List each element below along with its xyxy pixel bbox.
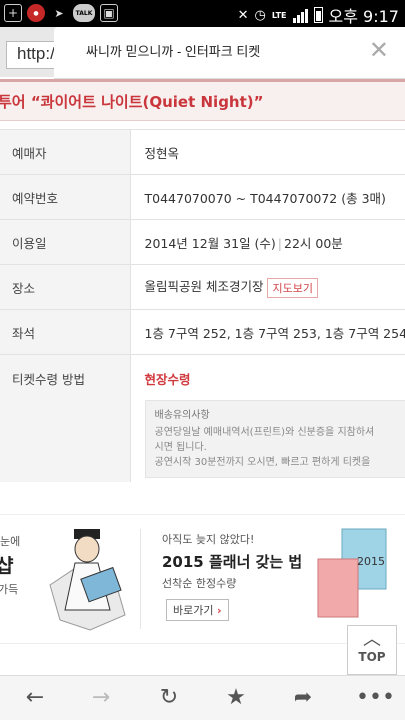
mute-icon: ✕ (237, 7, 249, 23)
bookmark-icon[interactable]: ★ (221, 684, 251, 712)
browser-nav-bar: ← → ↻ ★ ➦ ••• (0, 675, 405, 720)
system-indicators: ✕ ◷ LTE 오후 9:17 (238, 3, 399, 27)
delivery-notice: 배송유의사항 공연당일날 예매내역서(프린트)와 신분증을 지참하셔 시면 됩니… (144, 400, 405, 478)
notice-line: 시면 됩니다. (154, 442, 207, 453)
dialog-title: 싸니까 믿으니까 - 인터파크 티켓 (86, 44, 261, 59)
table-row: 장소 올림픽공원 체조경기장 지도보기 (0, 264, 405, 310)
promo-left-line2: 샵 (0, 555, 14, 577)
shortcut-label: 바로가기 (173, 604, 214, 617)
map-link-button[interactable]: 지도보기 (267, 277, 318, 298)
row-label: 티켓수령 방법 (0, 354, 131, 482)
back-icon[interactable]: ← (20, 684, 50, 712)
reservation-number: T0447070070 ~ T0447070072 (총 3매) (130, 174, 405, 220)
promo-divider (140, 529, 141, 629)
event-banner: 투어 “콰이어트 나이트(Quiet Night)” (0, 79, 405, 121)
arrow-right-icon: › (216, 604, 222, 617)
dialog-header: 싸니까 믿으니까 - 인터파크 티켓 ✕ (54, 27, 405, 79)
scholar-illustration (49, 529, 126, 631)
table-row: 이용일 2014년 12월 31일 (수) | 22시 00분 (0, 219, 405, 265)
chevron-up-icon: ︿ (363, 629, 381, 650)
table-row: 예매자 정현옥 (0, 129, 405, 175)
scroll-top-button[interactable]: ︿ TOP (347, 625, 397, 675)
close-icon[interactable]: ✕ (369, 36, 389, 64)
use-date: 2014년 12월 31일 (수) | 22시 00분 (130, 219, 405, 265)
venue: 올림픽공원 체조경기장 지도보기 (130, 264, 405, 310)
refresh-icon[interactable]: ↻ (154, 684, 184, 712)
planner-year: 2015 (357, 555, 385, 568)
ticket-method: 현장수령 배송유의사항 공연당일날 예매내역서(프린트)와 신분증을 지참하셔 … (130, 354, 405, 482)
image-icon: ▣ (100, 4, 118, 22)
booker-name: 정현옥 (130, 129, 405, 175)
notice-line: 공연시작 30분전까지 오시면, 빠르고 편하게 티켓을 (154, 457, 371, 468)
use-date-time: 22시 00분 (284, 235, 343, 251)
promo-left[interactable]: 눈에 샵 가득 (0, 515, 140, 645)
notice-line: 공연당일날 예매내역서(프린트)와 신분증을 지참하셔 (154, 427, 375, 438)
table-row: 예약번호 T0447070070 ~ T0447070072 (총 3매) (0, 174, 405, 220)
notification-icons: + ● ➤ TALK ▣ (4, 4, 118, 22)
promo-line3: 선착순 한정수량 (162, 577, 237, 590)
share-icon[interactable]: ➦ (288, 684, 318, 712)
promo-left-line3: 가득 (0, 583, 19, 596)
alarm-icon: ◷ (254, 7, 266, 23)
top-label: TOP (358, 650, 386, 664)
booking-table: 예매자 정현옥 예약번호 T0447070070 ~ T0447070072 (… (0, 129, 405, 482)
forward-icon[interactable]: → (86, 684, 116, 712)
status-bar: + ● ➤ TALK ▣ ✕ ◷ LTE 오후 9:17 (0, 0, 405, 27)
planner-illustration: 2015 (317, 528, 387, 618)
promo-headline: 2015 플래너 갖는 법 (162, 553, 303, 571)
send-icon: ➤ (54, 6, 64, 20)
table-row: 좌석 1층 7구역 252, 1층 7구역 253, 1층 7구역 254 (0, 309, 405, 355)
plus-box-icon: + (4, 4, 22, 22)
talk-icon: TALK (73, 4, 95, 22)
use-date-day: 2014년 12월 31일 (수) (144, 235, 276, 251)
ticket-method-value: 현장수령 (144, 372, 191, 387)
row-label: 이용일 (0, 219, 131, 265)
venue-name: 올림픽공원 체조경기장 (144, 279, 264, 295)
date-separator: | (277, 235, 283, 251)
signal-icon (292, 7, 308, 23)
row-label: 장소 (0, 264, 131, 310)
record-icon: ● (27, 4, 45, 22)
notice-title: 배송유의사항 (154, 410, 210, 421)
ticket-dialog: 싸니까 믿으니까 - 인터파크 티켓 ✕ 투어 “콰이어트 나이트(Quiet … (0, 27, 405, 675)
promo-left-line1: 눈에 (0, 535, 21, 548)
battery-icon (313, 7, 323, 23)
seats: 1층 7구역 252, 1층 7구역 253, 1층 7구역 254 (130, 309, 405, 355)
promo-line1: 아직도 늦지 않았다! (162, 533, 255, 546)
shortcut-button[interactable]: 바로가기 › (166, 599, 229, 621)
event-title: 투어 “콰이어트 나이트(Quiet Night)” (0, 93, 264, 111)
table-row: 티켓수령 방법 현장수령 배송유의사항 공연당일날 예매내역서(프린트)와 신분… (0, 354, 405, 482)
promo-banner[interactable]: 눈에 샵 가득 아직도 늦지 않았다! 2015 플래너 갖는 법 선착순 한정… (0, 514, 405, 644)
row-label: 예매자 (0, 129, 131, 175)
clock: 오후 9:17 (328, 7, 399, 26)
more-icon[interactable]: ••• (356, 684, 395, 712)
row-label: 좌석 (0, 309, 131, 355)
row-label: 예약번호 (0, 174, 131, 220)
lte-indicator: LTE (271, 10, 287, 20)
